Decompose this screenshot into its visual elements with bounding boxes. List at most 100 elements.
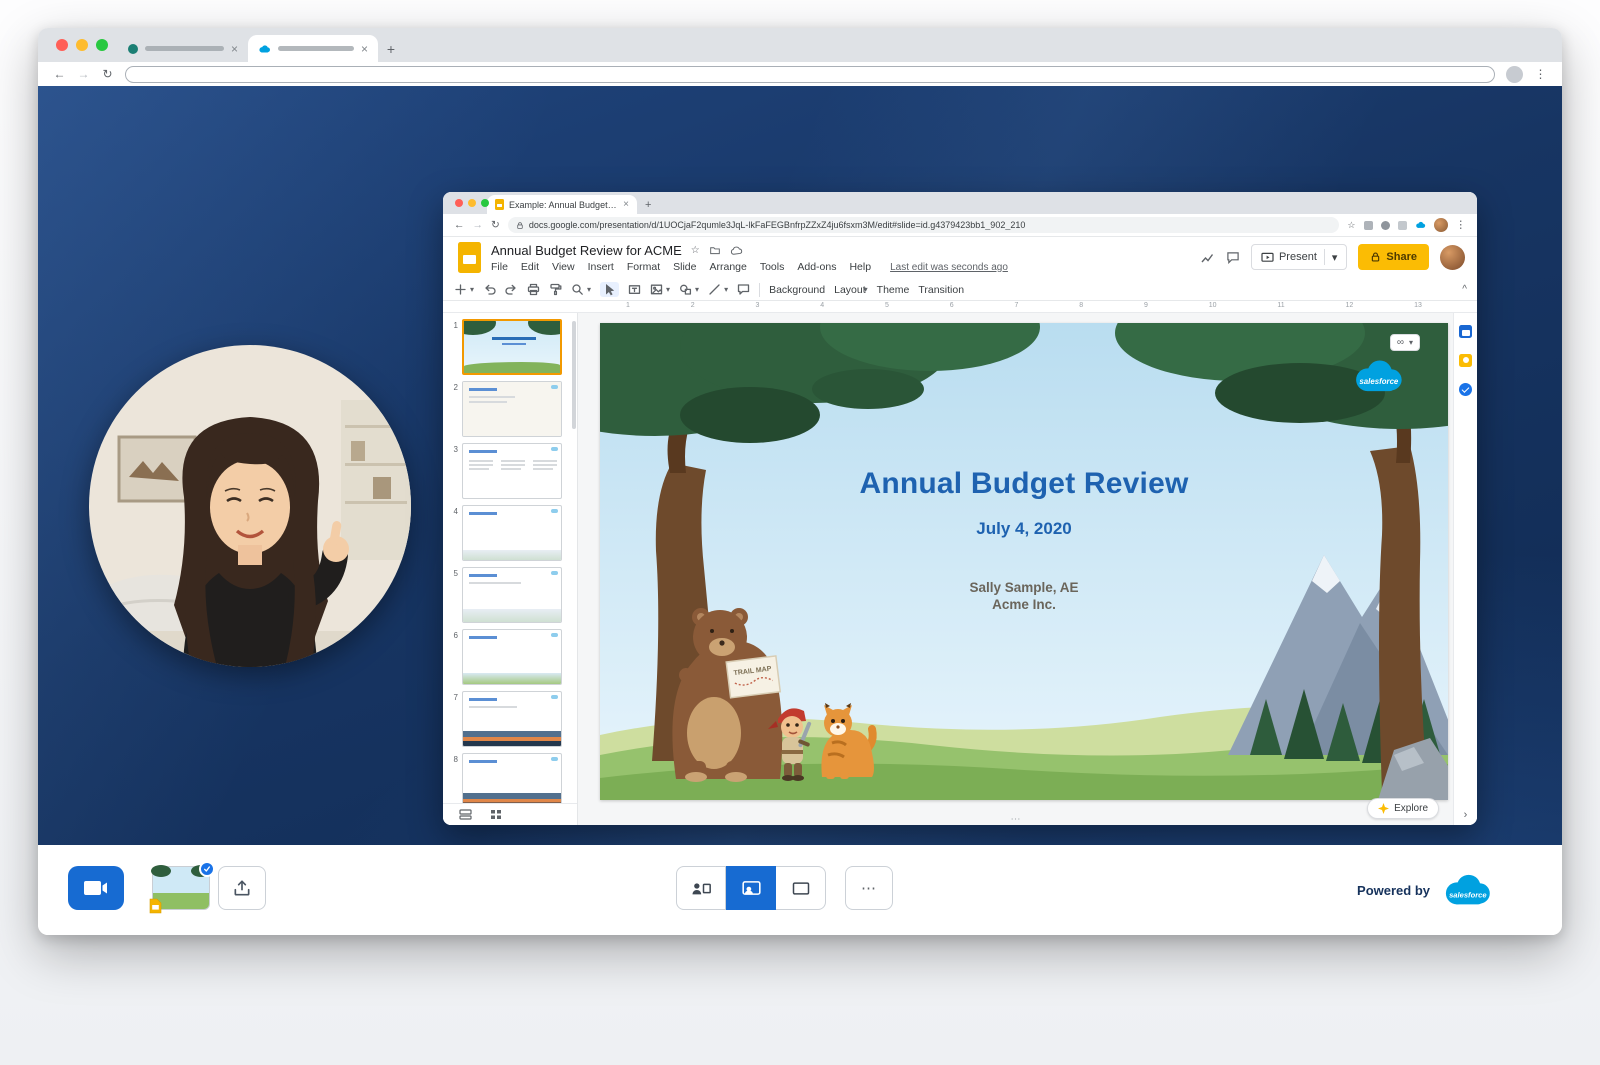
grid-view-icon[interactable] bbox=[490, 809, 502, 820]
outer-tab-1[interactable]: × bbox=[118, 35, 248, 62]
extension-icon[interactable] bbox=[1381, 221, 1390, 230]
layout-presenter-overlay-button-active[interactable] bbox=[726, 866, 776, 910]
inner-new-tab-button[interactable]: + bbox=[645, 199, 651, 214]
fullscreen-window-button[interactable] bbox=[96, 39, 108, 51]
inner-minimize-button[interactable] bbox=[468, 199, 476, 207]
layout-screen-only-button[interactable] bbox=[776, 866, 826, 910]
share-button[interactable]: Share bbox=[1358, 244, 1429, 270]
menu-help[interactable]: Help bbox=[849, 261, 871, 273]
close-icon[interactable]: × bbox=[623, 199, 629, 210]
refresh-icon[interactable]: ↻ bbox=[491, 219, 500, 231]
slide-canvas[interactable]: TRAIL MAP bbox=[578, 313, 1453, 825]
shape-icon[interactable] bbox=[679, 283, 692, 296]
present-button[interactable]: Present ▾ bbox=[1251, 244, 1347, 270]
slide-date[interactable]: July 4, 2020 bbox=[600, 519, 1448, 539]
print-icon[interactable] bbox=[527, 283, 540, 296]
salesforce-extension-icon[interactable] bbox=[1415, 221, 1426, 229]
slides-browser-tab[interactable]: Example: Annual Budget Revie × bbox=[487, 195, 637, 214]
forward-icon[interactable]: → bbox=[77, 67, 90, 81]
menu-view[interactable]: View bbox=[552, 261, 575, 273]
inner-browser-menu-icon[interactable]: ⋮ bbox=[1456, 219, 1467, 231]
menu-tools[interactable]: Tools bbox=[760, 261, 785, 273]
menu-insert[interactable]: Insert bbox=[588, 261, 614, 273]
slide-thumbnail-5[interactable]: 5 bbox=[443, 567, 571, 623]
slide-presenter-block[interactable]: Sally Sample, AE Acme Inc. bbox=[600, 579, 1448, 613]
current-slide[interactable]: TRAIL MAP bbox=[600, 323, 1448, 800]
textbox-icon[interactable] bbox=[628, 283, 641, 296]
expand-rail-icon[interactable]: › bbox=[1464, 809, 1468, 821]
google-slides-icon[interactable] bbox=[458, 242, 481, 273]
share-content-button[interactable] bbox=[218, 866, 266, 910]
browser-avatar[interactable] bbox=[1506, 66, 1523, 83]
extension-icon[interactable] bbox=[1398, 221, 1407, 230]
layout-side-by-side-button[interactable] bbox=[676, 866, 726, 910]
slide-thumbnail-4[interactable]: 4 bbox=[443, 505, 571, 561]
slide-thumbnail-7[interactable]: 7 bbox=[443, 691, 571, 747]
extension-icon[interactable] bbox=[1364, 221, 1373, 230]
menu-edit[interactable]: Edit bbox=[521, 261, 539, 273]
redo-icon[interactable] bbox=[505, 283, 518, 296]
tasks-icon[interactable] bbox=[1459, 383, 1472, 396]
slide-thumbnail-6[interactable]: 6 bbox=[443, 629, 571, 685]
inner-close-button[interactable] bbox=[455, 199, 463, 207]
shape-dropdown-icon[interactable]: ▾ bbox=[695, 285, 699, 294]
slide-title[interactable]: Annual Budget Review bbox=[600, 467, 1448, 501]
menu-file[interactable]: File bbox=[491, 261, 508, 273]
inner-fullscreen-button[interactable] bbox=[481, 199, 489, 207]
back-icon[interactable]: ← bbox=[53, 67, 66, 81]
profile-avatar[interactable] bbox=[1434, 218, 1448, 232]
explore-button[interactable]: Explore bbox=[1367, 798, 1439, 819]
browser-menu-icon[interactable]: ⋮ bbox=[1534, 67, 1547, 81]
menu-slide[interactable]: Slide bbox=[673, 261, 696, 273]
layout-button[interactable]: Layout▾ bbox=[834, 284, 868, 296]
undo-icon[interactable] bbox=[483, 283, 496, 296]
calendar-icon[interactable] bbox=[1459, 325, 1472, 338]
line-tool-icon[interactable] bbox=[708, 283, 721, 296]
filmstrip-view-icon[interactable] bbox=[459, 809, 472, 820]
forward-icon[interactable]: → bbox=[473, 219, 484, 231]
last-edit-link[interactable]: Last edit was seconds ago bbox=[890, 262, 1008, 273]
theme-button[interactable]: Theme bbox=[877, 284, 910, 296]
camera-toggle-button[interactable] bbox=[68, 866, 124, 910]
hide-menus-icon[interactable]: ^ bbox=[1462, 284, 1467, 295]
select-tool-active[interactable] bbox=[600, 282, 619, 297]
zoom-icon[interactable] bbox=[571, 283, 584, 296]
menu-arrange[interactable]: Arrange bbox=[709, 261, 746, 273]
star-document-icon[interactable]: ☆ bbox=[691, 245, 700, 256]
slide-thumbnail-2[interactable]: 2 bbox=[443, 381, 571, 437]
link-options-chip[interactable]: ∞ ▾ bbox=[1390, 334, 1420, 351]
bookmark-star-icon[interactable]: ☆ bbox=[1347, 220, 1355, 231]
new-slide-dropdown-icon[interactable]: ▾ bbox=[470, 285, 474, 294]
back-icon[interactable]: ← bbox=[454, 219, 465, 231]
minimize-window-button[interactable] bbox=[76, 39, 88, 51]
slide-thumbnail-1[interactable]: 1 bbox=[443, 319, 571, 375]
keep-icon[interactable] bbox=[1459, 354, 1472, 367]
insert-comment-icon[interactable] bbox=[737, 283, 750, 296]
transition-button[interactable]: Transition bbox=[918, 284, 964, 296]
close-icon[interactable]: × bbox=[361, 43, 368, 55]
account-avatar[interactable] bbox=[1440, 245, 1465, 270]
zoom-dropdown-icon[interactable]: ▾ bbox=[587, 285, 591, 294]
new-tab-button[interactable]: + bbox=[378, 41, 404, 62]
shared-content-thumbnail[interactable] bbox=[152, 866, 210, 910]
present-dropdown-icon[interactable]: ▾ bbox=[1332, 251, 1338, 264]
new-slide-icon[interactable] bbox=[454, 283, 467, 296]
menu-addons[interactable]: Add-ons bbox=[797, 261, 836, 273]
close-icon[interactable]: × bbox=[231, 43, 238, 55]
outer-tab-2-active[interactable]: × bbox=[248, 35, 378, 62]
image-dropdown-icon[interactable]: ▾ bbox=[666, 285, 670, 294]
insert-image-icon[interactable] bbox=[650, 283, 663, 296]
slide-thumbnail-8[interactable]: 8 bbox=[443, 753, 571, 809]
close-window-button[interactable] bbox=[56, 39, 68, 51]
paint-format-icon[interactable] bbox=[549, 283, 562, 296]
slide-thumbnail-3[interactable]: 3 bbox=[443, 443, 571, 499]
activity-chart-icon[interactable] bbox=[1200, 251, 1215, 264]
address-bar[interactable] bbox=[125, 66, 1495, 83]
move-folder-icon[interactable] bbox=[709, 245, 721, 256]
more-options-button[interactable]: ⋯ bbox=[845, 866, 893, 910]
comment-icon[interactable] bbox=[1226, 251, 1240, 264]
document-title[interactable]: Annual Budget Review for ACME bbox=[491, 243, 682, 258]
inner-address-bar[interactable]: docs.google.com/presentation/d/1UOCjaF2q… bbox=[508, 217, 1340, 233]
background-button[interactable]: Background bbox=[769, 284, 825, 296]
thumbnail-scrollbar[interactable] bbox=[572, 321, 576, 429]
